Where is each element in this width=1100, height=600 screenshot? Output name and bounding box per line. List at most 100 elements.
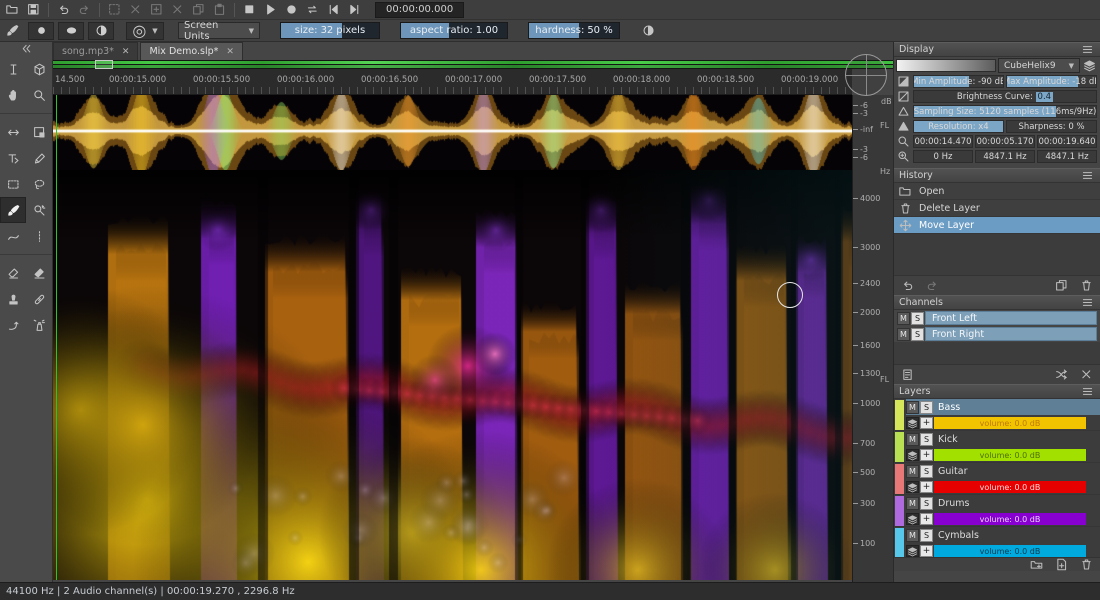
layer-expand-button[interactable]: + [920, 449, 933, 461]
tab-close-icon[interactable]: ✕ [226, 47, 234, 57]
layers-stack-icon[interactable] [1082, 59, 1097, 72]
brush-shape-circle-button[interactable] [28, 22, 54, 40]
layer-volume-bar[interactable]: volume: 0.0 dB [934, 513, 1086, 525]
display-param-box[interactable]: 00:00:05.170 [975, 135, 1035, 148]
layer-name[interactable]: Guitar [938, 466, 967, 477]
clone-stamp-tool[interactable] [0, 286, 26, 312]
amplify-tool[interactable] [0, 312, 26, 338]
play-button[interactable] [260, 1, 281, 19]
stop-button[interactable] [239, 1, 260, 19]
redo-icon[interactable] [925, 279, 940, 292]
history-panel-header[interactable]: History [894, 168, 1100, 183]
hardness-slider[interactable]: hardness:50 % [528, 22, 620, 39]
display-param-box[interactable]: Sharpness: 0 % [1006, 120, 1097, 133]
save-button[interactable] [23, 1, 44, 19]
layer-volume-bar[interactable]: volume: 0.0 dB [934, 545, 1086, 557]
display-param-box[interactable]: 00:00:14.470 [913, 135, 973, 148]
history-item-delete-layer[interactable]: Delete Layer [894, 200, 1100, 217]
layer-color-swatch[interactable] [895, 496, 904, 526]
navigation-wheel[interactable] [845, 54, 887, 96]
record-button[interactable] [281, 1, 302, 19]
colormap-dropdown[interactable]: CubeHelix9 ▼ [998, 58, 1080, 73]
loop-button[interactable] [302, 1, 323, 19]
units-dropdown[interactable]: Screen Units ▼ [178, 22, 260, 39]
add-button[interactable] [146, 1, 167, 19]
solo-button[interactable]: S [920, 529, 933, 542]
trash-icon[interactable] [1079, 558, 1094, 571]
display-param-box[interactable]: Min Amplitude: -90 dB [913, 75, 1004, 88]
curve-tool[interactable] [0, 223, 26, 249]
collapse-toolbar-icon[interactable] [0, 42, 52, 56]
solo-button[interactable]: S [911, 312, 924, 325]
display-param-box[interactable]: 4847.1 Hz [975, 150, 1035, 163]
3d-view-tool[interactable] [26, 56, 52, 82]
spray-tool[interactable] [26, 312, 52, 338]
hamburger-icon[interactable] [1080, 296, 1095, 309]
layer-fx-icon[interactable] [906, 449, 919, 461]
hamburger-icon[interactable] [1080, 385, 1095, 398]
magnifier-icon[interactable] [896, 135, 911, 148]
hamburger-icon[interactable] [1080, 169, 1095, 182]
pan-tool[interactable] [0, 82, 26, 108]
display-param-box[interactable]: Sampling Size: 5120 samples (116ms/9Hz) [913, 105, 1097, 118]
skip-start-button[interactable] [323, 1, 344, 19]
aspect-ratio-slider[interactable]: aspect ratio:1.00 [400, 22, 508, 39]
mute-button[interactable]: M [906, 497, 919, 510]
channels-panel-header[interactable]: Channels [894, 295, 1100, 310]
layer-row-guitar[interactable]: MSGuitar+volume: 0.0 dB [894, 463, 1100, 495]
brush-tool[interactable] [0, 197, 26, 223]
new-layer-icon[interactable] [1054, 558, 1069, 571]
open-button[interactable] [2, 1, 23, 19]
display-param-box[interactable]: 0 Hz [913, 150, 973, 163]
display-param-box[interactable]: 4847.1 Hz [1037, 150, 1097, 163]
brush-preset-dropdown[interactable]: ◎▼ [126, 22, 164, 40]
playhead-line[interactable] [56, 95, 57, 580]
tab-song-mp3-[interactable]: song.mp3*✕ [53, 42, 138, 60]
layer-name[interactable]: Bass [938, 402, 960, 413]
tri-fill-icon[interactable] [896, 120, 911, 133]
layer-row-bass[interactable]: MSBass+volume: 0.0 dB [894, 399, 1100, 431]
close-icon[interactable] [1079, 368, 1094, 381]
history-item-move-layer[interactable]: Move Layer [894, 217, 1100, 234]
frame-tool[interactable] [26, 119, 52, 145]
layer-color-swatch[interactable] [895, 400, 904, 430]
history-item-open[interactable]: Open [894, 183, 1100, 200]
waveform-view[interactable] [53, 95, 852, 170]
time-ruler[interactable]: 14.50000:00:15.00000:00:15.50000:00:16.0… [53, 69, 852, 95]
lasso-select-tool[interactable] [26, 171, 52, 197]
tab-mix-demo-slp-[interactable]: Mix Demo.slp*✕ [140, 42, 242, 60]
magnifier-plus-icon[interactable] [896, 150, 911, 163]
dotted-select-tool[interactable] [26, 223, 52, 249]
skip-end-button[interactable] [344, 1, 365, 19]
solo-button[interactable]: S [920, 401, 933, 414]
mute-button[interactable]: M [906, 433, 919, 446]
move-tool[interactable] [0, 119, 26, 145]
display-param-box[interactable]: Resolution: x4 [913, 120, 1004, 133]
layer-name[interactable]: Cymbals [938, 530, 979, 541]
layer-fx-icon[interactable] [906, 481, 919, 493]
trash-icon[interactable] [1079, 279, 1094, 292]
overview-strip[interactable] [53, 60, 893, 69]
mute-button[interactable]: M [906, 465, 919, 478]
delete-button[interactable] [125, 1, 146, 19]
heal-tool[interactable] [26, 286, 52, 312]
redo-button[interactable] [74, 1, 95, 19]
display-param-box[interactable]: 00:00:19.640 [1037, 135, 1097, 148]
mute-button[interactable]: M [906, 529, 919, 542]
contrast-icon[interactable] [638, 22, 659, 40]
eraser-tool[interactable] [0, 260, 26, 286]
layer-row-kick[interactable]: MSKick+volume: 0.0 dB [894, 431, 1100, 463]
paste-button[interactable] [209, 1, 230, 19]
layer-color-swatch[interactable] [895, 464, 904, 494]
brush-shape-ellipse-button[interactable] [58, 22, 84, 40]
layer-expand-button[interactable]: + [920, 417, 933, 429]
tri-open-icon[interactable] [896, 105, 911, 118]
diag-square2-icon[interactable] [896, 90, 911, 103]
playhead-tool[interactable] [0, 56, 26, 82]
tab-close-icon[interactable]: ✕ [122, 47, 130, 57]
layer-fx-icon[interactable] [906, 513, 919, 525]
solo-button[interactable]: S [911, 328, 924, 341]
pen-tool[interactable] [26, 145, 52, 171]
layers-panel-header[interactable]: Layers [894, 384, 1100, 399]
solo-button[interactable]: S [920, 433, 933, 446]
